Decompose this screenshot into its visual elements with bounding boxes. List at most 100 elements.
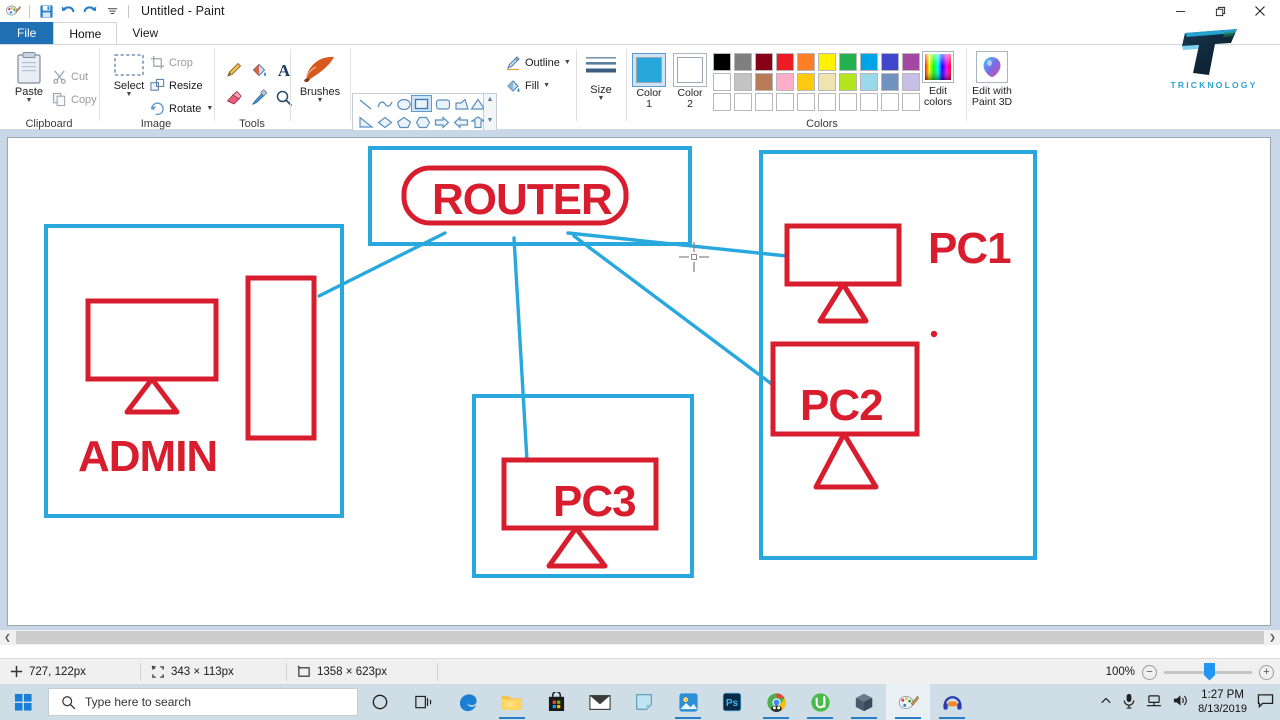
shape-curve[interactable]	[374, 96, 395, 113]
paint-icon[interactable]	[886, 684, 930, 720]
palette-swatch-1-8[interactable]	[860, 53, 878, 71]
search-input[interactable]: Type here to search	[48, 688, 358, 716]
show-hidden-icons[interactable]	[1100, 695, 1112, 710]
chevron-down-icon[interactable]: ▼	[598, 95, 605, 102]
network-icon[interactable]	[1146, 694, 1162, 711]
minimize-button[interactable]	[1160, 0, 1200, 22]
restore-button[interactable]	[1200, 0, 1240, 22]
undo-icon[interactable]	[59, 2, 77, 20]
eraser-icon[interactable]	[221, 85, 246, 110]
palette-swatch-2-5[interactable]	[797, 73, 815, 91]
shape-right-arrow[interactable]	[431, 114, 452, 131]
zoom-out-button[interactable]: −	[1142, 664, 1157, 680]
fill-button[interactable]: Fill ▼	[505, 78, 550, 94]
microphone-icon[interactable]	[1122, 693, 1136, 712]
palette-swatch-1-5[interactable]	[797, 53, 815, 71]
palette-swatch-2-3[interactable]	[755, 73, 773, 91]
cortana-icon[interactable]	[358, 684, 402, 720]
task-view-icon[interactable]	[402, 684, 446, 720]
shape-rounded-rectangle[interactable]	[432, 96, 453, 113]
paste-button[interactable]: Paste ▼	[8, 51, 50, 104]
paint-canvas[interactable]: ADMIN ROUTER PC1 PC2 PC3	[8, 138, 1270, 625]
rotate-button[interactable]: Rotate ▼	[150, 101, 213, 116]
palette-swatch-2-8[interactable]	[860, 73, 878, 91]
palette-swatch-2-1[interactable]	[713, 73, 731, 91]
color-2-button[interactable]	[673, 53, 707, 87]
edit-colors-button[interactable]	[922, 51, 954, 83]
palette-swatch-1-10[interactable]	[902, 53, 920, 71]
edge-icon[interactable]	[446, 684, 490, 720]
zoom-slider-thumb[interactable]	[1204, 662, 1215, 681]
save-icon[interactable]	[37, 2, 55, 20]
utorrent-icon[interactable]	[798, 684, 842, 720]
shape-line[interactable]	[355, 96, 376, 113]
chevron-down-icon[interactable]: ▼	[317, 97, 324, 104]
palette-swatch-2-2[interactable]	[734, 73, 752, 91]
sticky-notes-icon[interactable]	[622, 684, 666, 720]
palette-swatch-1-4[interactable]	[776, 53, 794, 71]
palette-swatch-3-9[interactable]	[881, 93, 899, 111]
cut-button[interactable]: Cut	[52, 69, 88, 84]
chevron-down-icon[interactable]: ▼	[26, 97, 33, 104]
chrome-icon[interactable]	[754, 684, 798, 720]
scroll-right-icon[interactable]: ❯	[1265, 630, 1280, 645]
tab-view[interactable]: View	[117, 22, 173, 44]
shape-hexagon[interactable]	[412, 114, 433, 131]
palette-swatch-1-9[interactable]	[881, 53, 899, 71]
start-button[interactable]	[0, 684, 46, 720]
pencil-icon[interactable]	[221, 57, 246, 82]
paint3d-button[interactable]	[976, 51, 1008, 83]
palette-swatch-2-9[interactable]	[881, 73, 899, 91]
scroll-left-icon[interactable]: ❮	[0, 630, 15, 645]
brushes-button[interactable]: Brushes ▼	[293, 53, 347, 104]
photoshop-icon[interactable]: Ps	[710, 684, 754, 720]
color-1-button[interactable]	[632, 53, 666, 87]
palette-swatch-3-8[interactable]	[860, 93, 878, 111]
palette-swatch-3-5[interactable]	[797, 93, 815, 111]
crop-button[interactable]: Crop	[150, 55, 193, 70]
action-center-icon[interactable]	[1257, 693, 1274, 712]
customize-qat-icon[interactable]	[103, 2, 121, 20]
chevron-down-icon[interactable]: ▼	[543, 82, 550, 89]
scroll-down-icon[interactable]: ▼	[487, 117, 494, 124]
scroll-thumb[interactable]	[16, 631, 1264, 644]
palette-swatch-3-2[interactable]	[734, 93, 752, 111]
volume-icon[interactable]	[1172, 693, 1188, 711]
shape-rectangle[interactable]	[411, 95, 432, 112]
palette-swatch-1-6[interactable]	[818, 53, 836, 71]
zoom-slider-track[interactable]	[1164, 662, 1252, 681]
palette-swatch-2-7[interactable]	[839, 73, 857, 91]
close-button[interactable]	[1240, 0, 1280, 22]
palette-swatch-3-4[interactable]	[776, 93, 794, 111]
select-button[interactable]: Select ▼	[108, 53, 150, 98]
palette-swatch-3-3[interactable]	[755, 93, 773, 111]
mail-icon[interactable]	[578, 684, 622, 720]
palette-swatch-1-1[interactable]	[713, 53, 731, 71]
virtualbox-icon[interactable]	[842, 684, 886, 720]
microsoft-store-icon[interactable]	[534, 684, 578, 720]
redo-icon[interactable]	[81, 2, 99, 20]
color-picker-icon[interactable]	[246, 85, 271, 110]
palette-swatch-2-4[interactable]	[776, 73, 794, 91]
tab-home[interactable]: Home	[53, 22, 118, 44]
shape-pentagon[interactable]	[393, 114, 414, 131]
chevron-down-icon[interactable]: ▼	[126, 91, 133, 98]
copy-button[interactable]: Copy	[52, 92, 97, 107]
palette-swatch-1-7[interactable]	[839, 53, 857, 71]
file-explorer-icon[interactable]	[490, 684, 534, 720]
resize-button[interactable]: Resize	[150, 78, 203, 93]
scroll-up-icon[interactable]: ▲	[487, 96, 494, 103]
zoom-in-button[interactable]: +	[1259, 664, 1274, 680]
palette-swatch-1-3[interactable]	[755, 53, 773, 71]
clock[interactable]: 1:27 PM 8/13/2019	[1198, 688, 1247, 716]
paint-app-icon[interactable]	[4, 2, 22, 20]
audacity-icon[interactable]	[930, 684, 974, 720]
size-button[interactable]: Size ▼	[577, 55, 625, 102]
palette-swatch-1-2[interactable]	[734, 53, 752, 71]
horizontal-scrollbar[interactable]: ❮ ❯	[0, 630, 1280, 645]
palette-swatch-2-6[interactable]	[818, 73, 836, 91]
shape-diamond[interactable]	[374, 114, 395, 131]
tab-file[interactable]: File	[0, 22, 54, 44]
fill-icon[interactable]	[246, 57, 271, 82]
chevron-down-icon[interactable]: ▼	[206, 105, 213, 112]
